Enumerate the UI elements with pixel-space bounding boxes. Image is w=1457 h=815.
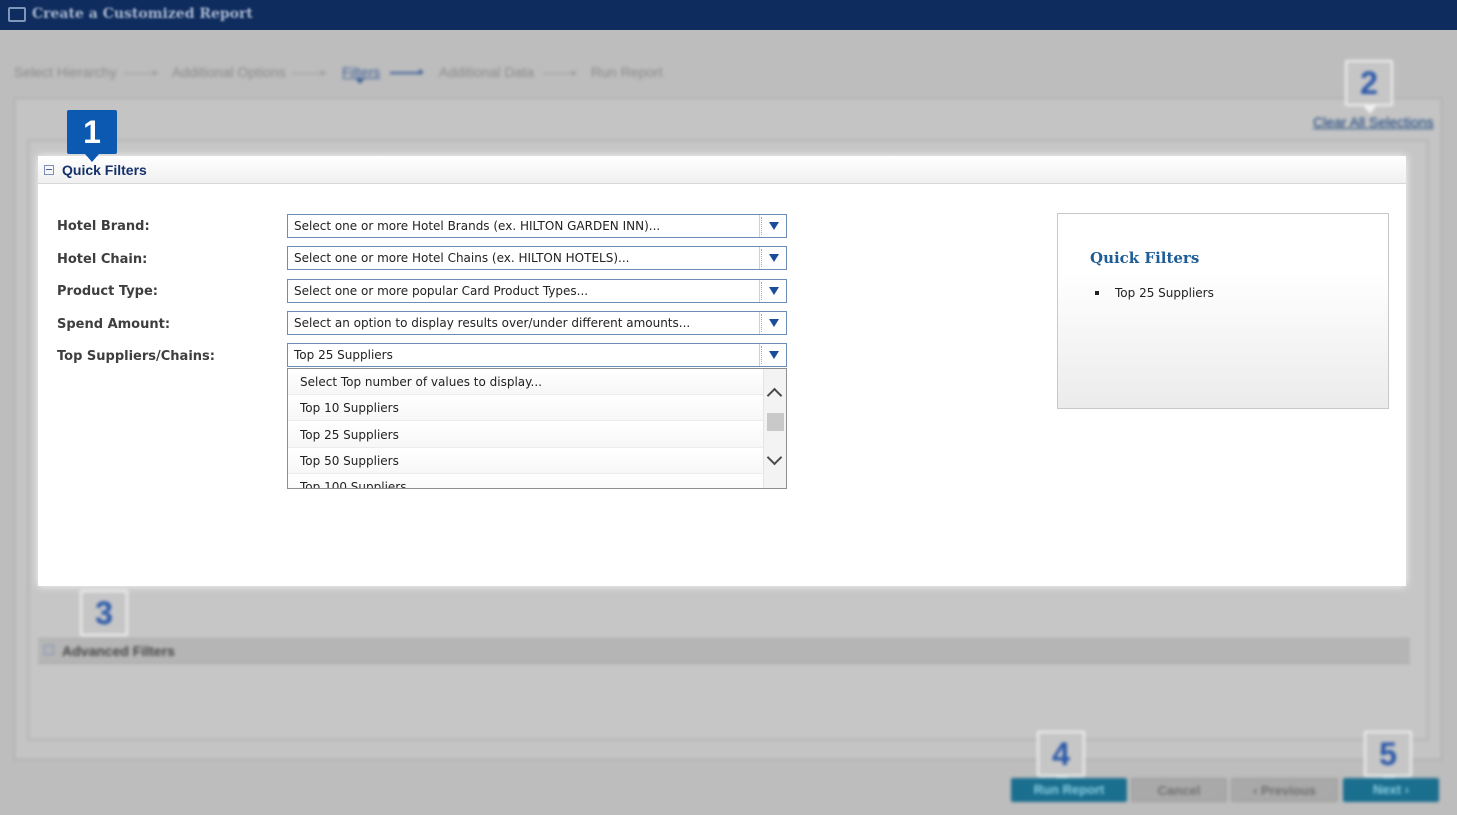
product-type-label: Product Type: (57, 284, 158, 299)
summary-title: Quick Filters (1090, 249, 1200, 267)
dropdown-option[interactable]: Top 50 Suppliers (288, 448, 764, 474)
dropdown-arrow-icon[interactable] (759, 215, 786, 237)
callout-2: 2 (1345, 60, 1393, 114)
clear-all-selections-link[interactable]: Clear All Selections (1313, 114, 1434, 130)
previous-button[interactable]: ‹ Previous (1231, 778, 1338, 802)
hotel-chain-value: Select one or more Hotel Chains (ex. HIL… (294, 251, 630, 265)
dropdown-option[interactable]: Top 100 Suppliers (288, 474, 764, 488)
top-suppliers-select[interactable]: Top 25 Suppliers (287, 343, 787, 367)
title-bar: Create a Customized Report (0, 0, 1457, 30)
spend-amount-select[interactable]: Select an option to display results over… (287, 311, 787, 335)
wizard-step-additional-options[interactable]: Additional Options (172, 64, 286, 80)
collapse-icon[interactable] (44, 165, 54, 175)
quick-filters-summary: Quick Filters Top 25 Suppliers (1057, 213, 1389, 409)
spend-amount-value: Select an option to display results over… (294, 316, 691, 330)
wizard-step-run-report[interactable]: Run Report (591, 64, 663, 80)
dropdown-arrow-icon[interactable] (759, 312, 786, 334)
dropdown-option[interactable]: Top 25 Suppliers (288, 422, 764, 448)
dropdown-option[interactable]: Select Top number of values to display..… (288, 369, 764, 395)
scroll-up-icon[interactable] (766, 387, 783, 404)
hotel-chain-select[interactable]: Select one or more Hotel Chains (ex. HIL… (287, 246, 787, 270)
wizard-steps: Select Hierarchy Additional Options Filt… (0, 56, 700, 86)
report-icon (8, 7, 26, 22)
dropdown-arrow-icon[interactable] (759, 280, 786, 302)
callout-3: 3 (80, 590, 128, 644)
step-arrow-icon (390, 69, 424, 75)
hotel-brand-label: Hotel Brand: (57, 219, 150, 234)
bullet-icon (1095, 291, 1099, 295)
callout-5: 5 (1364, 731, 1412, 785)
dropdown-arrow-icon[interactable] (759, 344, 786, 366)
advanced-filters-label: Advanced Filters (62, 643, 175, 659)
step-arrow-icon (124, 70, 158, 76)
hotel-brand-value: Select one or more Hotel Brands (ex. HIL… (294, 219, 661, 233)
expand-icon[interactable] (44, 645, 54, 655)
top-suppliers-dropdown-list[interactable]: Select Top number of values to display..… (287, 368, 787, 489)
callout-4: 4 (1037, 731, 1085, 785)
wizard-step-select-hierarchy[interactable]: Select Hierarchy (14, 64, 117, 80)
scrollbar-thumb[interactable] (767, 413, 784, 431)
dropdown-scrollbar[interactable] (763, 369, 786, 488)
wizard-step-additional-data[interactable]: Additional Data (439, 64, 534, 80)
window-title: Create a Customized Report (32, 6, 253, 22)
dropdown-arrow-icon[interactable] (759, 247, 786, 269)
scroll-down-icon[interactable] (766, 449, 783, 466)
callout-1: 1 (67, 110, 117, 162)
hotel-brand-select[interactable]: Select one or more Hotel Brands (ex. HIL… (287, 214, 787, 238)
top-suppliers-value: Top 25 Suppliers (294, 348, 393, 362)
next-button[interactable]: Next › (1343, 778, 1439, 802)
quick-filters-header[interactable]: Quick Filters (38, 156, 1406, 184)
step-arrow-icon (543, 70, 577, 76)
summary-item: Top 25 Suppliers (1115, 286, 1214, 300)
cancel-button[interactable]: Cancel (1131, 778, 1227, 802)
hotel-chain-label: Hotel Chain: (57, 252, 148, 267)
advanced-filters-header[interactable]: Advanced Filters (38, 636, 1410, 664)
spend-amount-label: Spend Amount: (57, 317, 171, 332)
dropdown-option[interactable]: Top 10 Suppliers (288, 395, 764, 421)
quick-filters-label: Quick Filters (62, 162, 147, 178)
product-type-select[interactable]: Select one or more popular Card Product … (287, 279, 787, 303)
top-suppliers-label: Top Suppliers/Chains: (57, 349, 215, 364)
product-type-value: Select one or more popular Card Product … (294, 284, 589, 298)
step-arrow-icon (292, 70, 326, 76)
run-report-button[interactable]: Run Report (1011, 778, 1127, 802)
active-step-caret-icon (355, 78, 365, 84)
